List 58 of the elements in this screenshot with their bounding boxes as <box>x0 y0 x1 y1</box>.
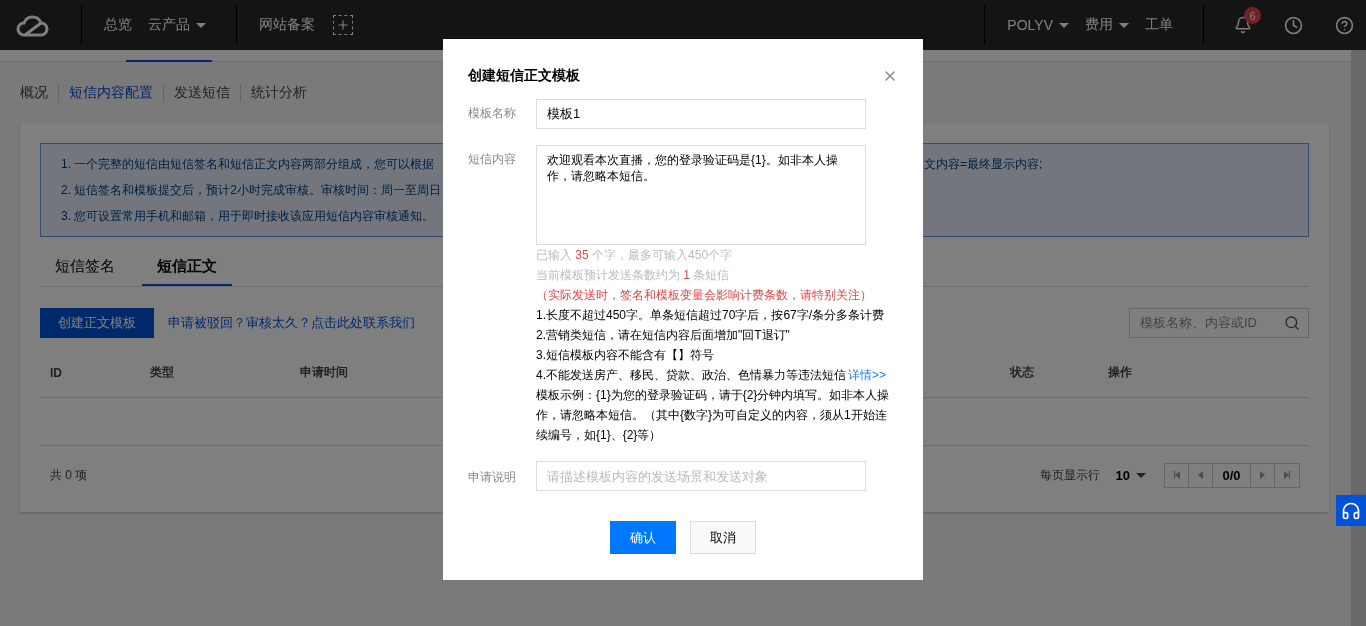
field-label: 申请说明 <box>468 469 517 486</box>
rule-text: 1.长度不超过450字。单条短信超过70字后，按67字/条分多条计费 <box>536 307 886 324</box>
nav-item[interactable]: 费用 <box>1085 16 1129 34</box>
page-size-label: 每页显示行 <box>1039 466 1100 484</box>
column-header: ID <box>50 365 62 380</box>
details-link[interactable]: 详情>> <box>848 368 887 382</box>
sub-nav-item[interactable]: 发送短信 <box>163 84 240 102</box>
cloud-logo <box>15 13 49 37</box>
column-header: 状态 <box>1010 364 1034 381</box>
total-count: 共 0 项 <box>50 466 88 484</box>
field-label: 短信内容 <box>468 151 517 168</box>
caret-icon <box>196 22 206 28</box>
caret-icon <box>1059 22 1069 28</box>
dialog-title: 创建短信正文模板 <box>468 67 580 85</box>
remark-field[interactable]: 请描述模板内容的发送场景和发送对象 <box>536 461 866 491</box>
cancel-button[interactable]: 取消 <box>690 521 756 554</box>
page-size-select[interactable]: 10 <box>1115 467 1146 483</box>
help-link[interactable]: 申请被驳回？审核太久？点击此处联系我们 <box>168 314 415 332</box>
confirm-button[interactable]: 确认 <box>610 521 676 554</box>
notice-text: 3. 您可设置常用手机和邮箱，用于即时接收该应用短信内容审核通知。 <box>61 207 436 225</box>
sub-nav-item[interactable]: 统计分析 <box>240 84 317 102</box>
nav-item[interactable]: POLYV <box>1007 17 1069 33</box>
page-indicator: 0/0 <box>1213 463 1251 487</box>
search-field[interactable]: 模板名称、内容或ID <box>1129 308 1309 338</box>
sub-nav-item[interactable]: 短信内容配置 <box>58 84 163 102</box>
bell-icon[interactable] <box>1234 16 1252 34</box>
column-header: 申请时间 <box>300 364 348 381</box>
create-button[interactable]: 创建正文模板 <box>40 308 154 338</box>
warning-text: （实际发送时，签名和模板变量会影响计费条数，请特别关注） <box>536 287 873 304</box>
search-icon[interactable] <box>1284 315 1300 331</box>
notice-text: 2. 短信签名和模板提交后，预计2小时完成审核。审核时间：周一至周日 <box>61 181 442 199</box>
name-field[interactable]: 模板1 <box>536 99 866 129</box>
sms-estimate: 当前模板预计发送条数约为 1 条短信 <box>536 267 731 284</box>
sub-nav-item[interactable]: 概况 <box>20 84 58 102</box>
notice-text: 文内容=最终显示内容; <box>924 155 1044 173</box>
clock-icon[interactable] <box>1284 15 1303 35</box>
nav-item[interactable]: 工单 <box>1145 16 1173 34</box>
tab[interactable]: 短信签名 <box>40 257 130 286</box>
column-header: 类型 <box>150 364 174 381</box>
content-field[interactable]: 欢迎观看本次直播，您的登录验证码是{1}。如非本人操作，请忽略本短信。 <box>536 145 866 245</box>
notification-badge: 6 <box>1244 7 1261 24</box>
column-header: 操作 <box>1108 364 1132 381</box>
rule-text: 4.不能发送房产、移民、贷款、政治、色情暴力等违法短信 详情>> <box>536 367 888 384</box>
scrollbar[interactable] <box>1351 50 1366 626</box>
add-icon[interactable] <box>333 15 353 35</box>
example-text: 模板示例：{1}为您的登录验证码，请于{2}分钟内填写。如非本人操作，请忽略本短信。（其中{数字}为可自定义的内容，须从1开始连续编号，如{1}、{2}等） <box>536 387 891 444</box>
rule-text: 3.短信模板内容不能含有【】符号 <box>536 347 715 364</box>
nav-item[interactable]: 总览 <box>104 16 132 34</box>
nav-item[interactable]: 网站备案 <box>259 16 315 34</box>
field-label: 模板名称 <box>468 105 517 122</box>
caret-icon <box>1119 22 1129 28</box>
help-icon[interactable] <box>1335 15 1354 35</box>
char-counter: 已输入 35 个字，最多可输入450个字 <box>536 247 734 264</box>
tab[interactable]: 短信正文 <box>142 257 232 286</box>
rule-text: 2.营销类短信，请在短信内容后面增加"回T退订" <box>536 327 791 344</box>
nav-item[interactable]: 云产品 <box>148 16 206 34</box>
notice-text: 1. 一个完整的短信由短信签名和短信正文内容两部分组成，您可以根据 <box>61 155 436 173</box>
headset-icon[interactable] <box>1336 495 1366 526</box>
